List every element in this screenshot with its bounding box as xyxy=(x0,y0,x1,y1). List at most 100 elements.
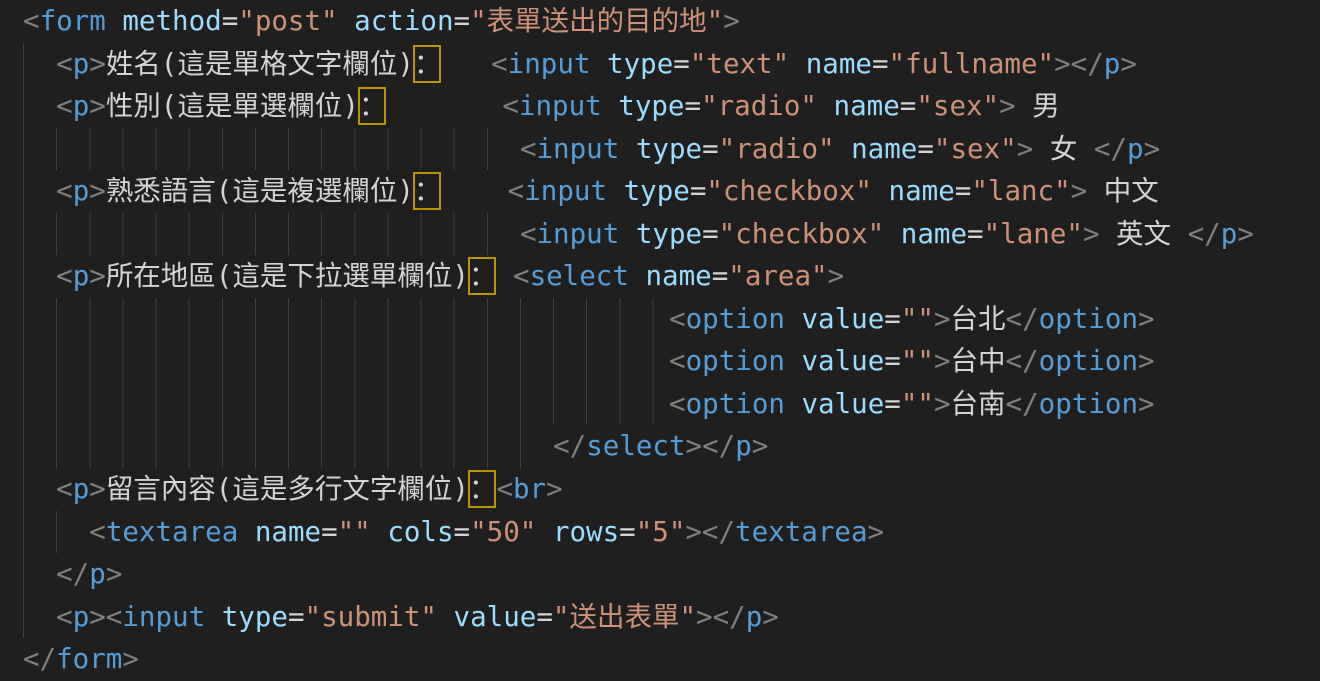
code-token xyxy=(371,516,388,548)
code-token: = xyxy=(884,388,901,420)
code-token: p xyxy=(73,90,90,122)
code-token: > xyxy=(1120,48,1137,80)
code-line[interactable]: <input type="checkbox" name="lane"> 英文 <… xyxy=(23,213,1320,256)
code-token xyxy=(437,601,454,633)
code-token: 男 xyxy=(1016,90,1060,122)
code-token xyxy=(785,388,802,420)
code-token: > xyxy=(89,175,106,207)
code-token: < xyxy=(496,473,513,505)
code-line[interactable]: <p>留言內容(這是多行文字欄位)：<br> xyxy=(23,468,1320,511)
code-token: > xyxy=(1144,133,1161,165)
code-line[interactable]: <p>所在地區(這是下拉選單欄位)： <select name="area"> xyxy=(23,255,1320,298)
code-line[interactable]: <option value="">台南</option> xyxy=(23,383,1320,426)
code-token: value xyxy=(802,345,885,377)
code-line[interactable]: <form method="post" action="表單送出的目的地"> xyxy=(23,0,1320,43)
code-token: > xyxy=(89,90,106,122)
code-token: cols xyxy=(387,516,453,548)
code-token: > xyxy=(999,90,1016,122)
code-token: = xyxy=(967,218,984,250)
code-token: "post" xyxy=(238,5,337,37)
code-token: < xyxy=(56,473,73,505)
code-token: name xyxy=(851,133,917,165)
code-token: name xyxy=(889,175,955,207)
code-token: type xyxy=(636,133,702,165)
code-token: "text" xyxy=(690,48,789,80)
code-token: "表單送出的目的地" xyxy=(470,5,723,37)
code-line[interactable]: </select></p> xyxy=(23,425,1320,468)
code-line[interactable]: <p>熟悉語言(這是複選欄位)： <input type="checkbox" … xyxy=(23,170,1320,213)
code-text: <form method="post" action="表單送出的目的地"> xyxy=(23,0,740,43)
indent-guides xyxy=(23,128,520,171)
code-token xyxy=(441,175,507,207)
code-token: input xyxy=(519,90,602,122)
code-text: </select></p> xyxy=(553,425,768,468)
code-text: </p> xyxy=(56,553,122,596)
code-token: p xyxy=(735,430,752,462)
code-token: </ xyxy=(1006,345,1039,377)
code-token: = xyxy=(288,601,305,633)
code-token: > xyxy=(89,48,106,80)
code-token: > xyxy=(762,601,779,633)
indent-guides xyxy=(23,255,56,298)
code-token: > xyxy=(89,260,106,292)
code-token xyxy=(441,48,491,80)
code-token: textarea xyxy=(106,516,238,548)
code-token: > xyxy=(1083,218,1100,250)
code-token: </ xyxy=(23,643,56,675)
code-token: p xyxy=(1127,133,1144,165)
code-token: "送出表單" xyxy=(553,601,696,633)
code-token: > xyxy=(546,473,563,505)
indent-guides xyxy=(23,213,520,256)
code-token: p xyxy=(73,48,90,80)
code-line[interactable]: <input type="radio" name="sex"> 女 </p> xyxy=(23,128,1320,171)
code-token: "checkbox" xyxy=(719,218,885,250)
code-line[interactable]: <option value="">台北</option> xyxy=(23,298,1320,341)
code-token: = xyxy=(454,516,471,548)
code-token: < xyxy=(491,48,508,80)
code-token: > xyxy=(1071,175,1088,207)
code-token xyxy=(629,260,646,292)
code-token: input xyxy=(537,133,620,165)
code-token: "" xyxy=(338,516,371,548)
code-token: name xyxy=(834,90,900,122)
code-token: > xyxy=(106,558,123,590)
code-token: = xyxy=(702,218,719,250)
indent-guides xyxy=(23,298,669,341)
code-line[interactable]: <p>性別(這是單選欄位)： <input type="radio" name=… xyxy=(23,85,1320,128)
code-token: < xyxy=(56,175,73,207)
code-line[interactable]: <option value="">台中</option> xyxy=(23,340,1320,383)
code-token: "sex" xyxy=(934,133,1017,165)
code-token: = xyxy=(900,90,917,122)
code-token: < xyxy=(56,601,73,633)
code-token: option xyxy=(686,345,785,377)
code-token: input xyxy=(122,601,205,633)
code-token: = xyxy=(872,48,889,80)
code-line[interactable]: </form> xyxy=(23,638,1320,681)
code-line[interactable]: </p> xyxy=(23,553,1320,596)
code-line[interactable]: <p><input type="submit" value="送出表單"></p… xyxy=(23,596,1320,639)
code-token: > xyxy=(1138,303,1155,335)
code-token xyxy=(785,303,802,335)
code-editor-area[interactable]: <form method="post" action="表單送出的目的地"><p… xyxy=(0,0,1320,681)
code-token xyxy=(607,175,624,207)
code-text: <option value="">台北</option> xyxy=(669,298,1155,341)
code-token: type xyxy=(636,218,702,250)
code-text: <option value="">台中</option> xyxy=(669,340,1155,383)
code-line[interactable]: <textarea name="" cols="50" rows="5"></t… xyxy=(23,511,1320,554)
code-token: option xyxy=(1039,388,1138,420)
code-token: > xyxy=(934,388,951,420)
code-token: "lane" xyxy=(984,218,1083,250)
code-token: name xyxy=(806,48,872,80)
code-text: <input type="checkbox" name="lane"> 英文 <… xyxy=(520,213,1254,256)
code-token: ></ xyxy=(696,601,746,633)
code-token: 熟悉語言(這是複選欄位) xyxy=(106,175,414,207)
code-token xyxy=(386,90,502,122)
code-token xyxy=(602,90,619,122)
indent-guides xyxy=(23,596,56,639)
code-token xyxy=(205,601,222,633)
code-line[interactable]: <p>姓名(這是單格文字欄位)： <input type="text" name… xyxy=(23,43,1320,86)
code-token: method xyxy=(122,5,221,37)
code-token xyxy=(619,218,636,250)
code-text: <input type="radio" name="sex"> 女 </p> xyxy=(520,128,1160,171)
code-token: p xyxy=(73,473,90,505)
